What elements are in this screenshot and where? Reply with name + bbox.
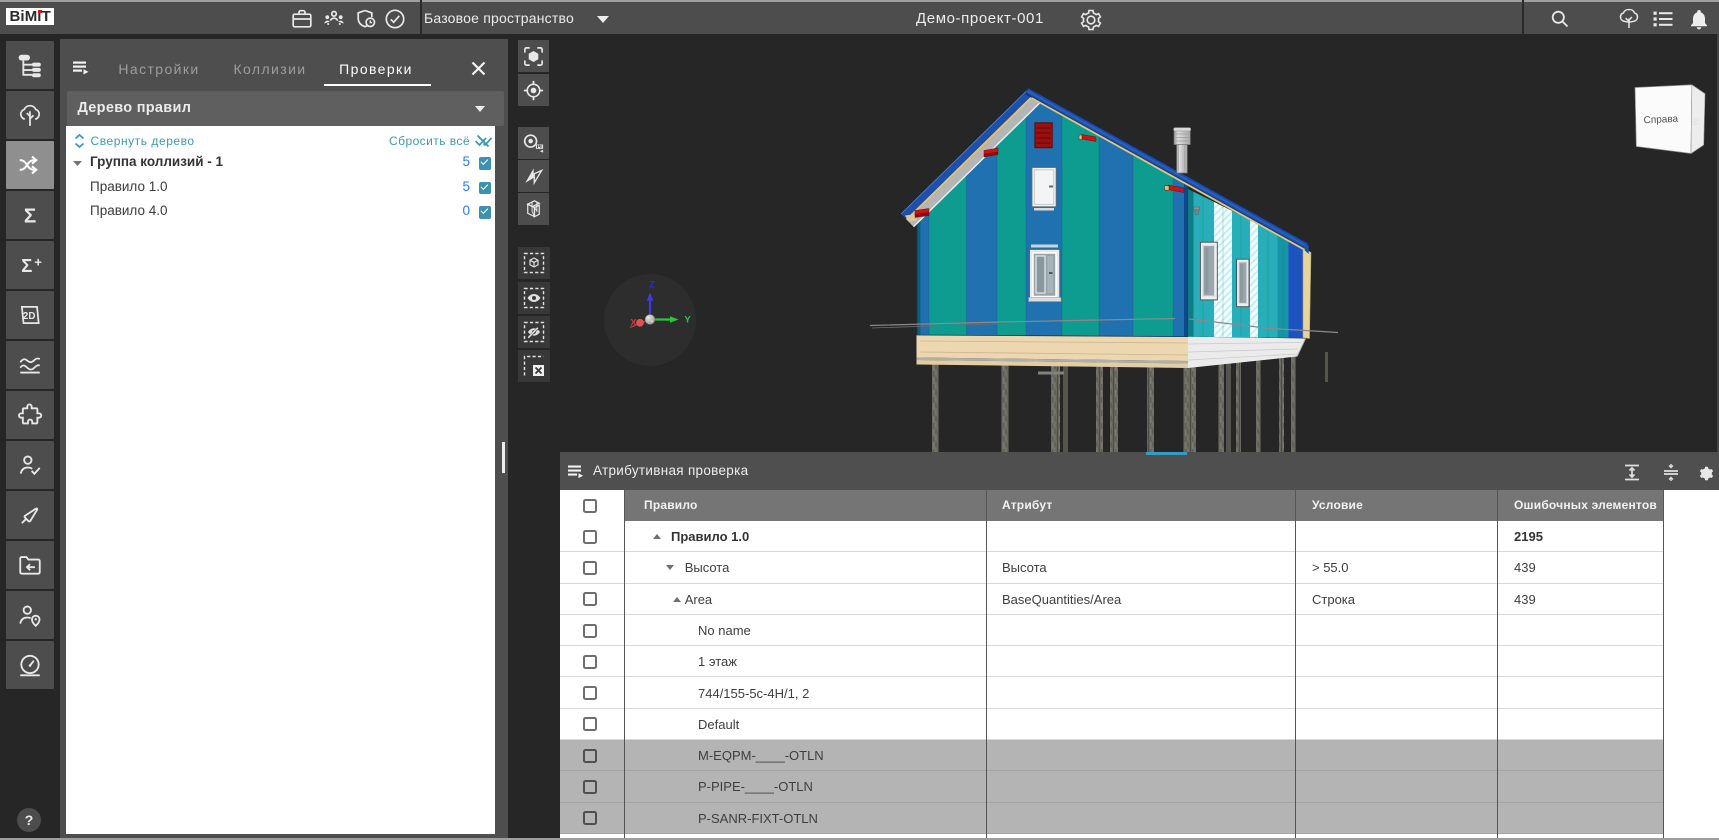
- svg-text:Y: Y: [684, 315, 691, 326]
- svg-text:Σ: Σ: [21, 255, 32, 276]
- svg-text:2D: 2D: [23, 311, 35, 322]
- svg-text:+: +: [34, 255, 42, 270]
- svg-text:W: W: [1691, 117, 1701, 126]
- svg-text:Справа: Справа: [1643, 114, 1678, 127]
- svg-text:Σ: Σ: [24, 205, 36, 228]
- svg-text:Z: Z: [649, 280, 655, 291]
- svg-text:X: X: [630, 318, 637, 329]
